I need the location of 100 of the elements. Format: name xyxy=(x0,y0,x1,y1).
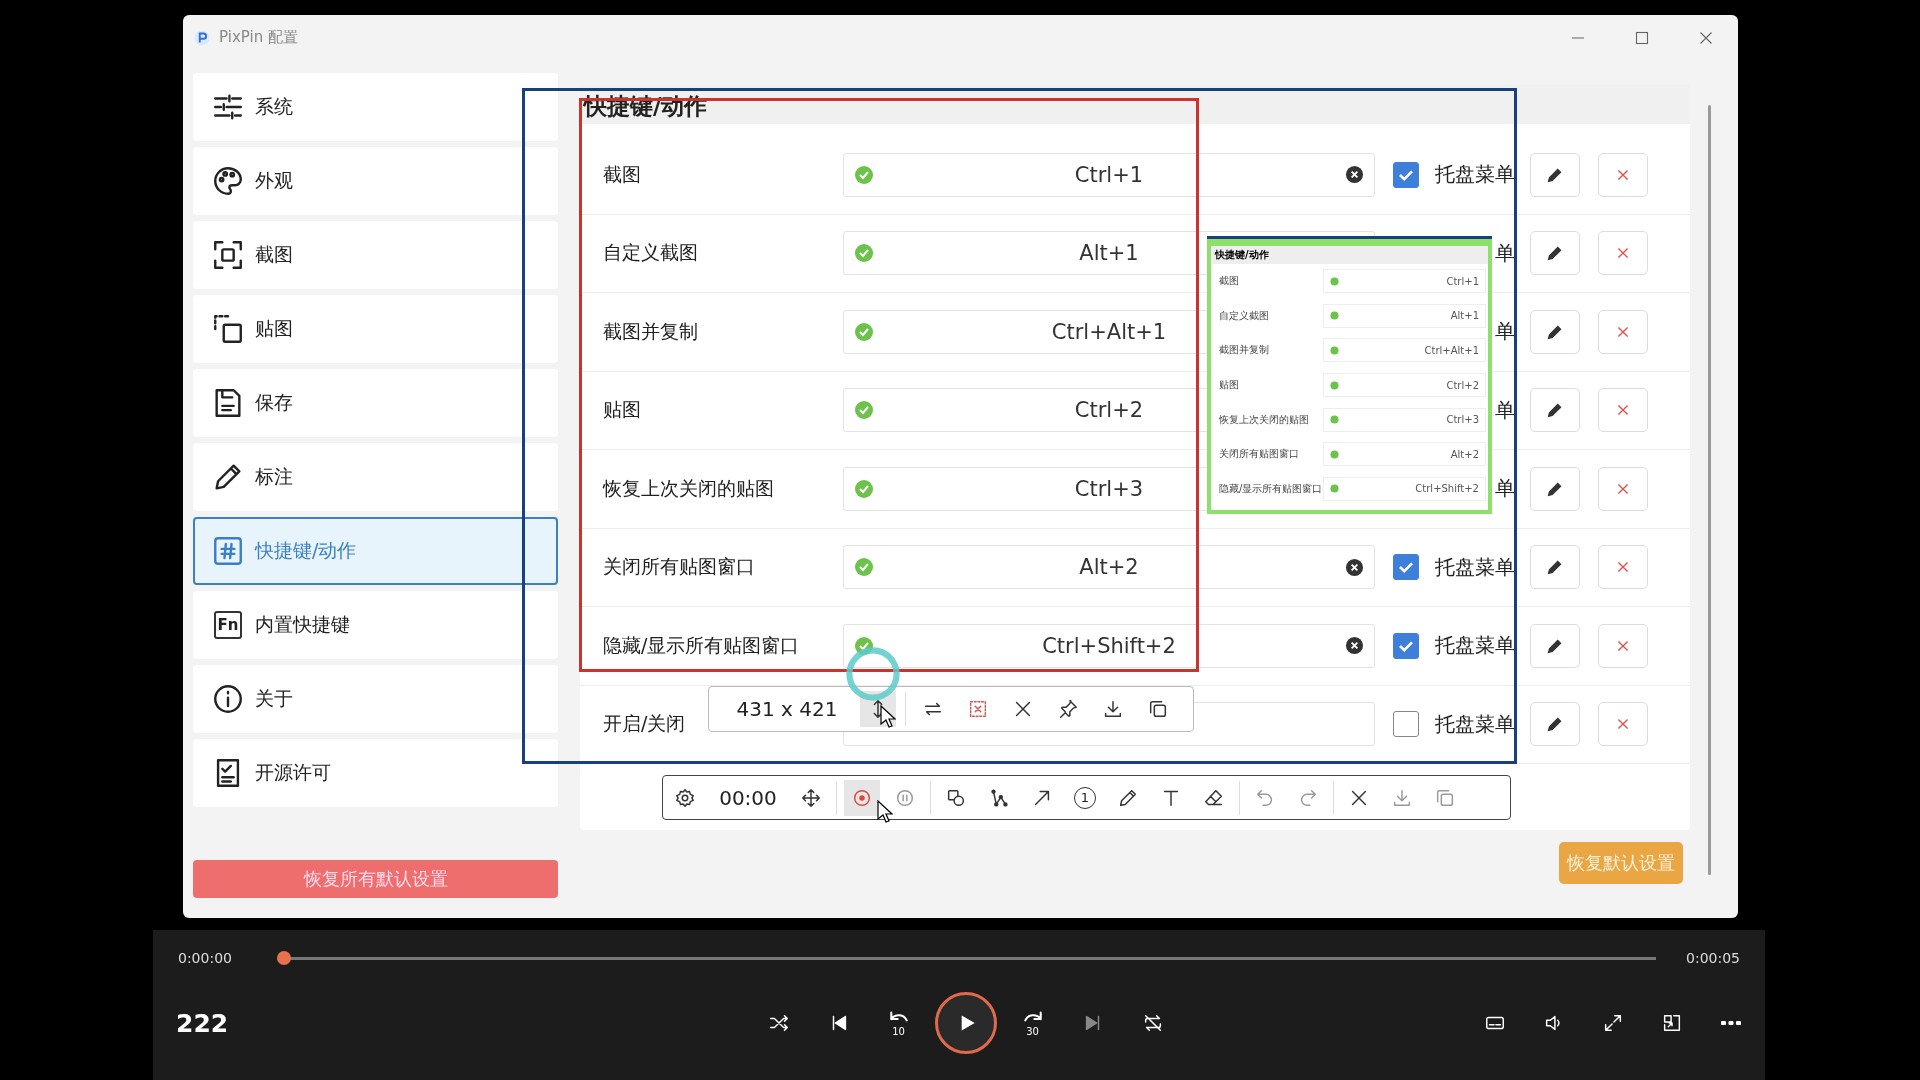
total-time: 0:00:05 xyxy=(1686,950,1740,966)
tray-menu-label: 托盘菜单 xyxy=(1435,711,1515,736)
sidebar-item[interactable]: 快捷键/动作 xyxy=(193,517,558,585)
action-label: 自定义截图 xyxy=(603,241,698,264)
shortcut-field[interactable]: Ctrl+1 xyxy=(843,152,1375,197)
checkbox[interactable] xyxy=(1393,711,1419,738)
pinned-screenshot-overlay[interactable]: 快捷键/动作 截图 Ctrl+1 自定义截图 Alt+1 截图并复制 Ctrl+Alt+1 贴图 Ctrl+2 恢复上次关闭的贴图 Ctrl+3 关闭所有贴图窗口 Alt+2 隐藏/显示所有贴图窗口 Ctrl+Shift+2 xyxy=(1207,239,1492,514)
sidebar-item[interactable]: 开源许可 xyxy=(193,739,558,807)
skip-forward-button[interactable]: 30 xyxy=(1008,999,1057,1047)
action-label: 截图并复制 xyxy=(603,319,698,342)
pin-icon xyxy=(211,312,245,346)
skip-back-button[interactable]: 10 xyxy=(874,999,923,1047)
sidebar-item[interactable]: 贴图 xyxy=(193,295,558,363)
cursor-icon xyxy=(880,705,896,729)
sidebar-item[interactable]: 保存 xyxy=(193,369,558,437)
action-label: 自定义截图 xyxy=(1219,309,1269,321)
step-number-button[interactable]: 1 xyxy=(1067,779,1103,816)
shortcut-text: Ctrl+Alt+1 xyxy=(1424,345,1479,356)
sidebar-item[interactable]: 系统 xyxy=(193,73,558,141)
edit-button[interactable] xyxy=(1530,231,1580,276)
edit-button[interactable] xyxy=(1530,309,1580,354)
polyline-icon xyxy=(988,786,1010,809)
settings-icon xyxy=(674,786,696,809)
action-label: 截图并复制 xyxy=(1219,344,1269,356)
checkbox[interactable] xyxy=(1393,161,1419,188)
move-icon xyxy=(800,786,822,809)
action-label: 恢复上次关闭的贴图 xyxy=(1219,413,1309,425)
rewind-icon xyxy=(889,1010,908,1022)
shortcut-field[interactable]: Alt+2 xyxy=(843,545,1375,590)
clear-icon[interactable] xyxy=(1344,557,1364,577)
sidebar-item[interactable]: 截图 xyxy=(193,221,558,289)
shortcut-text: Ctrl+3 xyxy=(1074,476,1144,501)
pin-icon xyxy=(1057,698,1079,720)
sidebar-item[interactable]: 标注 xyxy=(193,443,558,511)
more-icon xyxy=(1721,1021,1741,1025)
shortcut-field[interactable]: Ctrl+Shift+2 xyxy=(843,623,1375,668)
tray-menu-label: 托盘菜单 xyxy=(1435,633,1515,658)
action-label: 截图 xyxy=(1219,275,1239,287)
size-readout: 431 x 421 xyxy=(735,697,839,721)
app-logo-icon xyxy=(193,28,211,47)
action-label: 开启/关闭 xyxy=(603,712,686,735)
minimize-icon xyxy=(1571,36,1585,39)
shortcut-text: Ctrl+Shift+2 xyxy=(1042,633,1176,658)
check-circle-icon xyxy=(1330,380,1339,390)
check-circle-icon xyxy=(1330,415,1339,425)
tray-menu-label: 托盘菜单 xyxy=(1435,162,1515,187)
fn-icon: Fn xyxy=(214,611,242,639)
info-icon xyxy=(211,682,245,716)
shortcut-text: Ctrl+3 xyxy=(1446,414,1479,426)
shortcut-text: Ctrl+2 xyxy=(1446,379,1479,391)
mini-player-icon xyxy=(1661,1012,1683,1034)
tray-menu-label: 单 xyxy=(1495,476,1515,501)
download-icon xyxy=(1102,698,1124,720)
edit-button[interactable] xyxy=(1530,388,1580,433)
tray-menu-label: 单 xyxy=(1495,397,1515,422)
action-label: 隐藏/显示所有贴图窗口 xyxy=(1219,482,1323,494)
shortcut-text: Alt+2 xyxy=(1079,555,1139,580)
edit-button[interactable] xyxy=(1530,623,1580,668)
action-label: 关闭所有贴图窗口 xyxy=(603,555,755,578)
action-label: 贴图 xyxy=(603,398,641,421)
check-circle-icon xyxy=(1330,346,1339,355)
hash-icon xyxy=(211,534,245,568)
shortcut-text: Alt+1 xyxy=(1079,241,1139,266)
scrollbar[interactable] xyxy=(1708,105,1711,875)
action-label: 隐藏/显示所有贴图窗口 xyxy=(603,633,800,656)
checkbox[interactable] xyxy=(1393,632,1419,659)
edit-button[interactable] xyxy=(1530,702,1580,747)
sidebar-item[interactable]: 外观 xyxy=(193,147,558,215)
tray-menu-label: 单 xyxy=(1495,319,1515,344)
checkbox[interactable] xyxy=(1393,554,1419,581)
shortcut-text: Ctrl+Alt+1 xyxy=(1051,319,1167,344)
fullscreen-icon xyxy=(1602,1012,1624,1034)
recording-time: 00:00 xyxy=(718,785,778,810)
sidebar-item[interactable]: Fn 内置快捷键 xyxy=(193,591,558,659)
shortcut-text: Alt+1 xyxy=(1450,310,1479,322)
clear-icon[interactable] xyxy=(1344,636,1364,656)
edit-button[interactable] xyxy=(1530,152,1580,197)
check-circle-icon xyxy=(1330,449,1339,459)
action-label: 关闭所有贴图窗口 xyxy=(1219,448,1299,460)
capture-icon xyxy=(211,238,245,272)
dashed-cross-icon xyxy=(967,698,989,720)
check-circle-icon xyxy=(1330,311,1339,321)
shortcut-text: Ctrl+1 xyxy=(1074,162,1144,187)
shortcut-text: Ctrl+2 xyxy=(1074,398,1144,423)
tray-menu-label: 单 xyxy=(1495,240,1515,265)
shuffle-icon xyxy=(767,1012,790,1034)
copy-icon xyxy=(1147,698,1169,720)
clear-icon[interactable] xyxy=(1344,165,1364,185)
seek-slider[interactable] xyxy=(277,951,1656,965)
sidebar-item[interactable]: 关于 xyxy=(193,665,558,733)
palette-icon xyxy=(211,164,245,198)
forward-icon xyxy=(1023,1010,1042,1022)
window-title: PixPin 配置 xyxy=(219,28,298,47)
record-button[interactable] xyxy=(844,779,880,816)
action-label: 恢复上次关闭的贴图 xyxy=(603,476,774,499)
edit-button[interactable] xyxy=(1530,466,1580,511)
section-title: 快捷键/动作 xyxy=(1215,248,1269,262)
edit-button[interactable] xyxy=(1530,545,1580,590)
action-label: 截图 xyxy=(603,162,641,185)
shortcut-text: Alt+2 xyxy=(1450,448,1479,460)
